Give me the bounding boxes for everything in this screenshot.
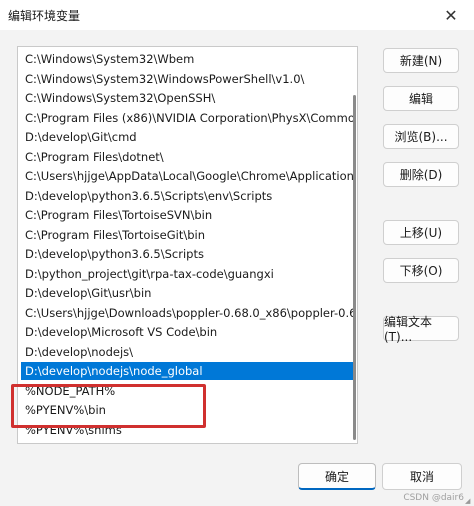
delete-button[interactable]: 删除(D) [383, 162, 459, 187]
list-item[interactable]: C:\Program Files\dotnet\ [21, 148, 355, 166]
scrollbar-thumb[interactable] [353, 95, 356, 440]
list-item[interactable]: D:\develop\nodejs\ [21, 343, 355, 361]
list-item[interactable]: D:\develop\python3.6.5\Scripts [21, 245, 355, 263]
edit-button[interactable]: 编辑 [383, 86, 459, 111]
edit-text-button[interactable]: 编辑文本(T)... [383, 315, 459, 344]
list-item[interactable]: D:\develop\Git\usr\bin [21, 284, 355, 302]
list-item[interactable]: D:\python_project\git\rpa-tax-code\guang… [21, 265, 355, 283]
cancel-button[interactable]: 取消 [382, 463, 462, 490]
new-button[interactable]: 新建(N) [383, 48, 459, 73]
list-item[interactable]: D:\develop\python3.6.5\Scripts\env\Scrip… [21, 187, 355, 205]
list-item[interactable]: D:\develop\nodejs\node_global [21, 362, 355, 380]
list-item[interactable]: C:\Program Files\TortoiseGit\bin [21, 226, 355, 244]
list-scrollbar[interactable] [351, 47, 357, 443]
list-item[interactable]: C:\Windows\System32\OpenSSH\ [21, 89, 355, 107]
list-item[interactable]: C:\Users\hjjge\AppData\Local\Google\Chro… [21, 167, 355, 185]
list-item[interactable]: C:\Windows\System32\WindowsPowerShell\v1… [21, 70, 355, 88]
list-item[interactable]: C:\Program Files\TortoiseSVN\bin [21, 206, 355, 224]
resize-grip-icon[interactable]: ◢ [465, 497, 473, 505]
annotation-highlight-box [11, 384, 206, 428]
list-item[interactable]: C:\Windows\System32\Wbem [21, 50, 355, 68]
list-item[interactable]: C:\Program Files (x86)\NVIDIA Corporatio… [21, 109, 355, 127]
move-up-button[interactable]: 上移(U) [383, 220, 459, 245]
watermark: CSDN @dair6 [403, 493, 464, 503]
title-bar: 编辑环境变量 ✕ [0, 0, 474, 30]
list-item[interactable]: C:\Users\hjjge\Downloads\poppler-0.68.0_… [21, 304, 355, 322]
ok-button[interactable]: 确定 [298, 463, 376, 490]
move-down-button[interactable]: 下移(O) [383, 258, 459, 283]
list-item[interactable]: D:\develop\Git\cmd [21, 128, 355, 146]
list-item[interactable]: D:\develop\Microsoft VS Code\bin [21, 323, 355, 341]
browse-button[interactable]: 浏览(B)... [383, 124, 459, 149]
close-icon[interactable]: ✕ [428, 0, 474, 30]
window-title: 编辑环境变量 [8, 9, 81, 23]
